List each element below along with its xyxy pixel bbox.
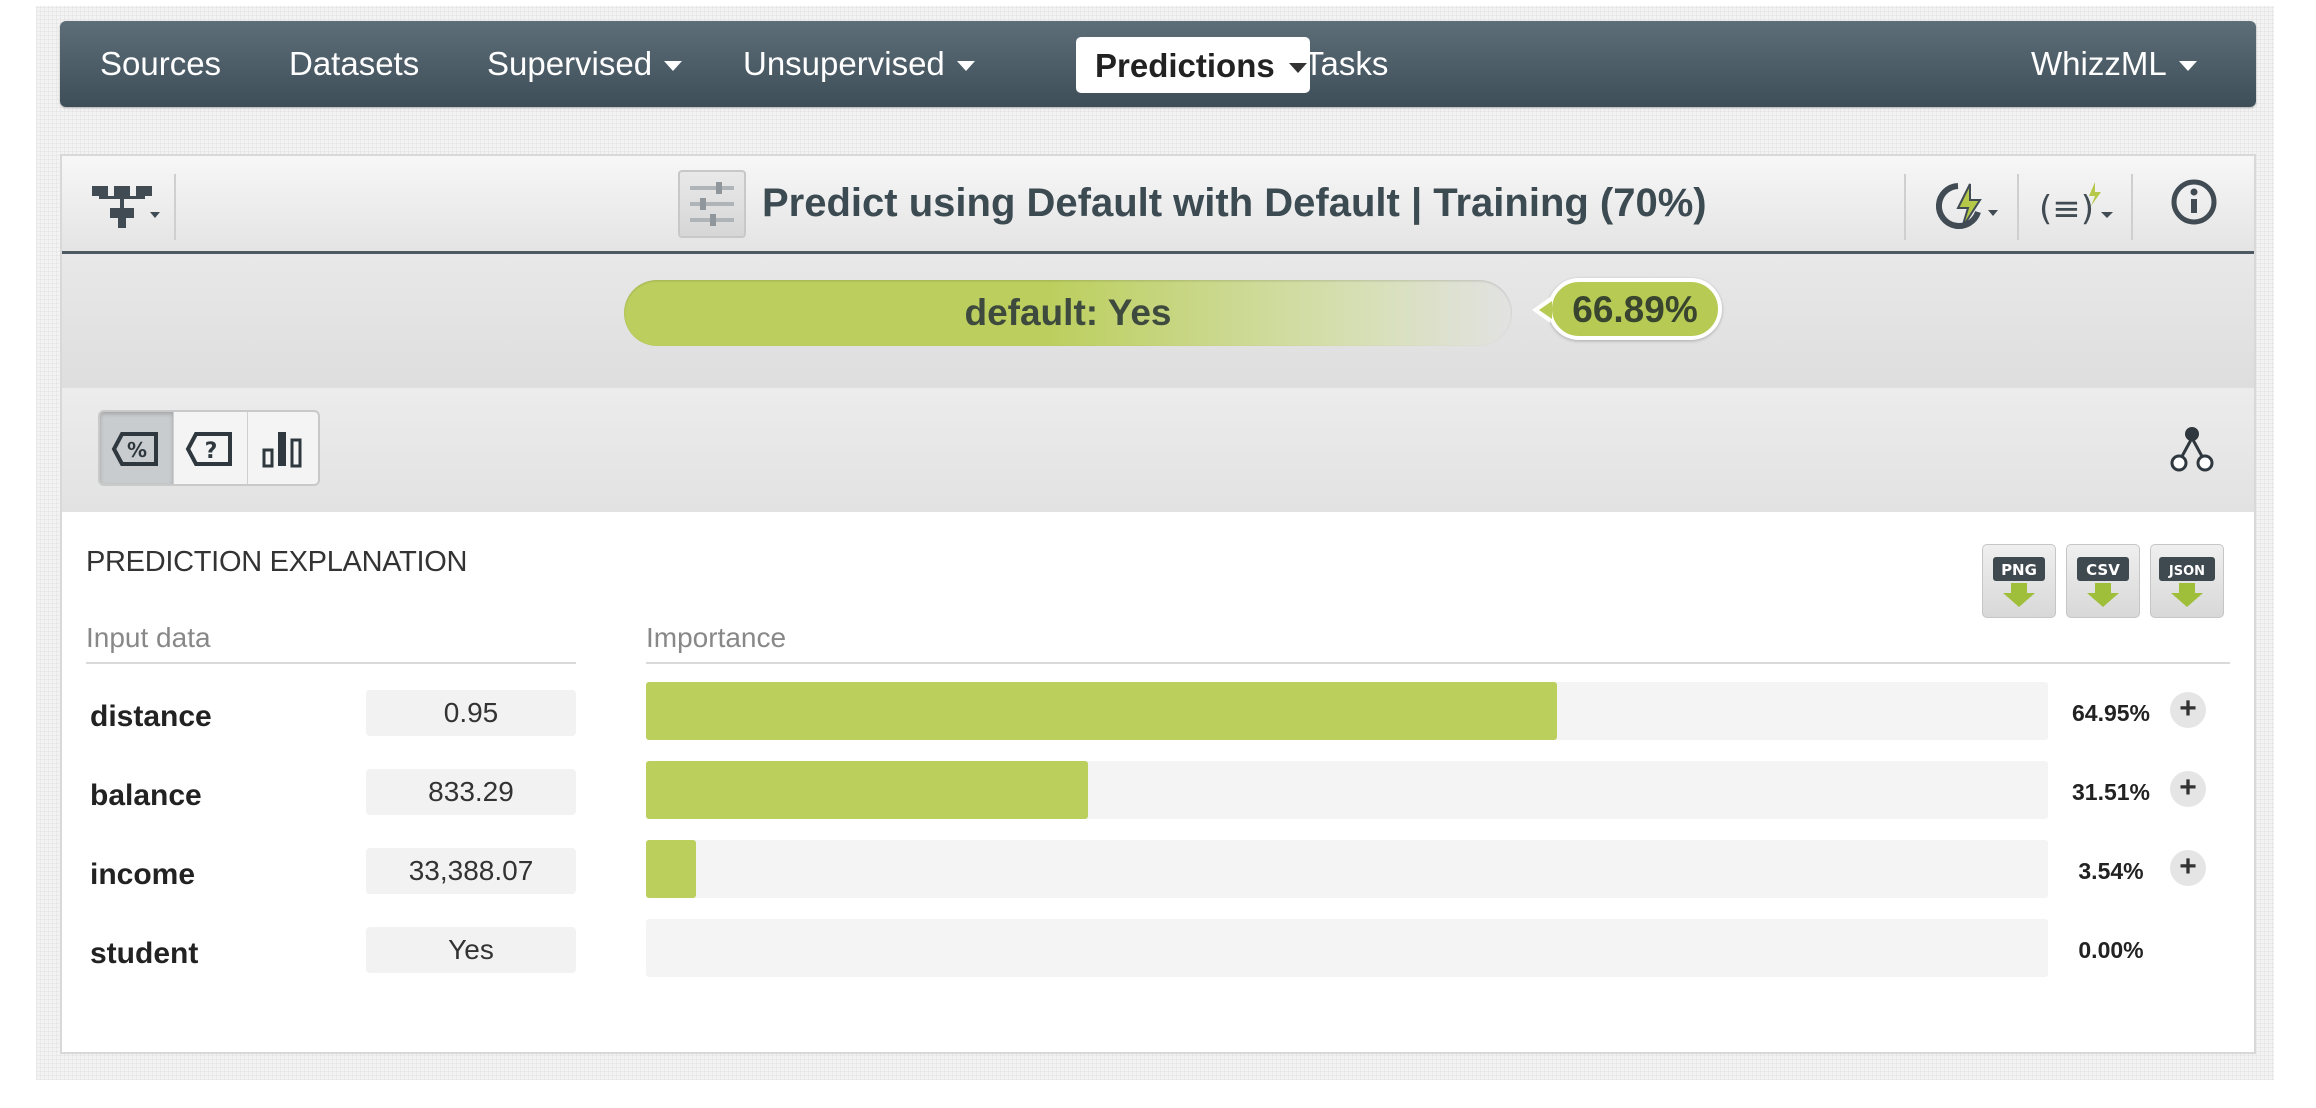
header-divider	[174, 174, 176, 240]
nav-predictions[interactable]: Predictions	[1076, 37, 1310, 93]
nav-sources-label: Sources	[100, 45, 222, 82]
importance-bar-track	[646, 919, 2048, 977]
nav-whizzml[interactable]: WhizzML	[2031, 21, 2197, 107]
importance-value: 0.00%	[2078, 937, 2144, 963]
header-divider	[2131, 174, 2133, 240]
tree-dropdown-icon[interactable]	[88, 176, 168, 234]
expand-plus-icon[interactable]: +	[2170, 692, 2206, 728]
export-png-label: PNG	[2001, 561, 2037, 579]
importance-header: Importance	[646, 622, 787, 653]
nav-predictions-label: Predictions	[1095, 47, 1275, 84]
section-title: PREDICTION EXPLANATION	[86, 546, 468, 578]
export-png-button[interactable]: PNG	[1982, 544, 2056, 618]
feature-value: 833.29	[366, 769, 576, 815]
feature-value: 33,388.07	[366, 848, 576, 894]
bar-chart-view-icon[interactable]	[248, 412, 318, 484]
importance-bar-track	[646, 682, 2048, 740]
question-view-icon[interactable]: ?	[174, 412, 248, 484]
importance-bar	[646, 840, 696, 898]
importance-bar	[646, 761, 1088, 819]
batch-predict-icon[interactable]	[1932, 178, 2004, 234]
page-title: Predict using Default with Default | Tra…	[762, 181, 1707, 225]
percent-view-icon[interactable]: %	[100, 412, 174, 484]
info-icon[interactable]	[2168, 178, 2224, 234]
nav-tasks[interactable]: Tasks	[1304, 21, 1388, 107]
script-dropdown-icon[interactable]: (≡)	[2037, 178, 2121, 234]
prediction-bar: default: Yes	[624, 280, 1512, 346]
expand-plus-icon[interactable]: +	[2170, 850, 2206, 886]
feature-name: distance	[90, 700, 212, 733]
caret-down-icon	[956, 61, 975, 72]
nav-supervised-label: Supervised	[487, 45, 653, 82]
feature-name: student	[90, 937, 199, 970]
prediction-icon	[678, 170, 746, 238]
prediction-result-row: default: Yes 66.89%	[62, 254, 2254, 388]
caret-down-icon	[2178, 61, 2197, 72]
export-json-label: JSON	[2168, 564, 2205, 579]
nav-sources[interactable]: Sources	[100, 21, 221, 107]
svg-text:(≡): (≡)	[2039, 189, 2094, 229]
view-toggle-group: % ?	[98, 410, 320, 486]
svg-text:%: %	[127, 438, 147, 462]
header-divider	[2017, 174, 2019, 240]
input-data-header: Input data	[86, 622, 211, 653]
importance-bar	[646, 682, 1557, 740]
nav-unsupervised-label: Unsupervised	[743, 45, 945, 82]
nav-unsupervised[interactable]: Unsupervised	[743, 21, 975, 107]
svg-text:?: ?	[205, 439, 218, 464]
feature-value: Yes	[366, 927, 576, 973]
nav-datasets[interactable]: Datasets	[289, 21, 419, 107]
confidence-badge: 66.89%	[1532, 278, 1722, 340]
importance-bar-track	[646, 840, 2048, 898]
nav-supervised[interactable]: Supervised	[487, 21, 683, 107]
feature-name: balance	[90, 779, 202, 812]
export-csv-button[interactable]: CSV	[2066, 544, 2140, 618]
panel-header: Predict using Default with Default | Tra…	[62, 156, 2254, 254]
header-divider	[1904, 174, 1906, 240]
nav-whizzml-label: WhizzML	[2031, 45, 2167, 82]
expand-plus-icon[interactable]: +	[2170, 771, 2206, 807]
feature-value: 0.95	[366, 690, 576, 736]
importance-value: 3.54%	[2078, 858, 2144, 884]
export-json-button[interactable]: JSON	[2150, 544, 2224, 618]
nav-tasks-label: Tasks	[1304, 45, 1389, 82]
input-header-rule	[86, 662, 576, 664]
feature-name: income	[90, 858, 196, 891]
nav-datasets-label: Datasets	[289, 45, 420, 82]
view-toggle-row: % ?	[62, 388, 2254, 512]
caret-down-icon	[664, 61, 683, 72]
export-csv-label: CSV	[2086, 561, 2120, 579]
importance-bar-track	[646, 761, 2048, 819]
importance-value: 64.95%	[2071, 700, 2150, 726]
importance-value: 31.51%	[2071, 779, 2150, 805]
top-navigation-bar: Sources Datasets Supervised Unsupervised…	[60, 21, 2256, 107]
importance-header-rule	[646, 662, 2230, 664]
prediction-panel: Predict using Default with Default | Tra…	[60, 154, 2256, 1054]
network-icon[interactable]	[2170, 424, 2214, 474]
